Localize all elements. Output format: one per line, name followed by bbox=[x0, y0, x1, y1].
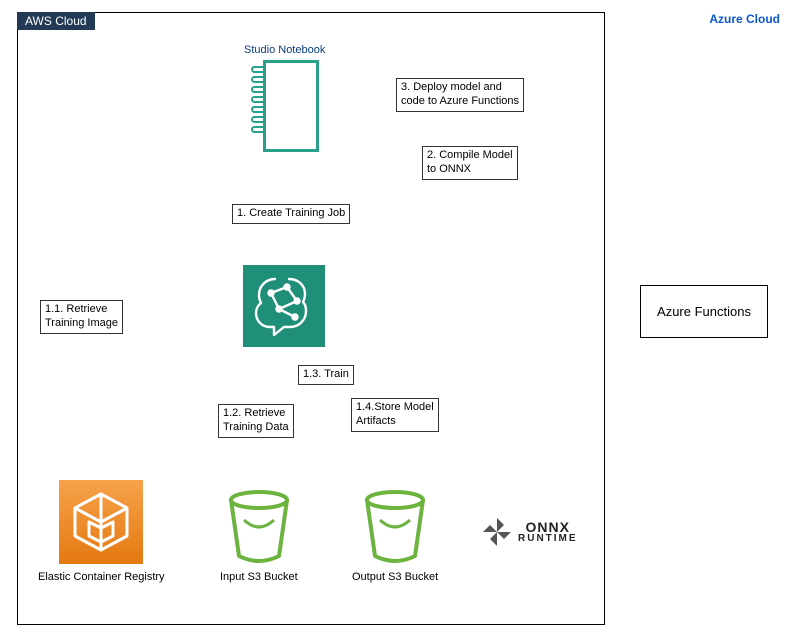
step-3-line1: 3. Deploy model and bbox=[401, 81, 502, 93]
bucket-icon bbox=[362, 490, 428, 564]
ecr-cube-icon bbox=[59, 480, 143, 564]
bucket-icon bbox=[226, 490, 292, 564]
step-1-4-line1: 1.4.Store Model bbox=[356, 401, 434, 413]
step-2-line2: to ONNX bbox=[427, 163, 471, 175]
step-1-1-line2: Training Image bbox=[45, 317, 118, 329]
step-1-2-line2: Training Data bbox=[223, 421, 289, 433]
onnx-pinwheel-icon bbox=[482, 517, 512, 547]
azure-functions-node: Azure Functions bbox=[640, 285, 768, 338]
step-2-label: 2. Compile Model to ONNX bbox=[422, 146, 518, 180]
azure-functions-label: Azure Functions bbox=[657, 304, 751, 319]
step-1-4-line2: Artifacts bbox=[356, 415, 396, 427]
aws-cloud-label: AWS Cloud bbox=[17, 12, 95, 30]
onnx-sub: RUNTIME bbox=[518, 534, 578, 544]
input-bucket-label: Input S3 Bucket bbox=[220, 571, 298, 583]
ecr-node: Elastic Container Registry bbox=[38, 480, 165, 583]
step-1-2-line1: 1.2. Retrieve bbox=[223, 407, 285, 419]
onnx-runtime-node: ONNX RUNTIME bbox=[482, 517, 578, 547]
sagemaker-brain-icon bbox=[243, 265, 325, 347]
output-bucket-node: Output S3 Bucket bbox=[352, 490, 438, 583]
step-3-label: 3. Deploy model and code to Azure Functi… bbox=[396, 78, 524, 112]
step-2-line1: 2. Compile Model bbox=[427, 149, 513, 161]
step-1-4-label: 1.4.Store Model Artifacts bbox=[351, 398, 439, 432]
studio-notebook-label: Studio Notebook bbox=[244, 44, 325, 56]
step-1-1-label: 1.1. Retrieve Training Image bbox=[40, 300, 123, 334]
output-bucket-label: Output S3 Bucket bbox=[352, 571, 438, 583]
step-1-2-label: 1.2. Retrieve Training Data bbox=[218, 404, 294, 438]
ecr-label: Elastic Container Registry bbox=[38, 571, 165, 583]
notebook-icon bbox=[249, 60, 321, 152]
azure-cloud-label: Azure Cloud bbox=[709, 12, 780, 26]
step-1-3-label: 1.3. Train bbox=[298, 365, 354, 385]
step-3-line2: code to Azure Functions bbox=[401, 95, 519, 107]
input-bucket-node: Input S3 Bucket bbox=[220, 490, 298, 583]
onnx-text: ONNX RUNTIME bbox=[518, 520, 578, 544]
sagemaker-node bbox=[243, 265, 325, 350]
step-1-1-line1: 1.1. Retrieve bbox=[45, 303, 107, 315]
studio-notebook-node: Studio Notebook bbox=[244, 40, 325, 155]
step-1-label: 1. Create Training Job bbox=[232, 204, 350, 224]
